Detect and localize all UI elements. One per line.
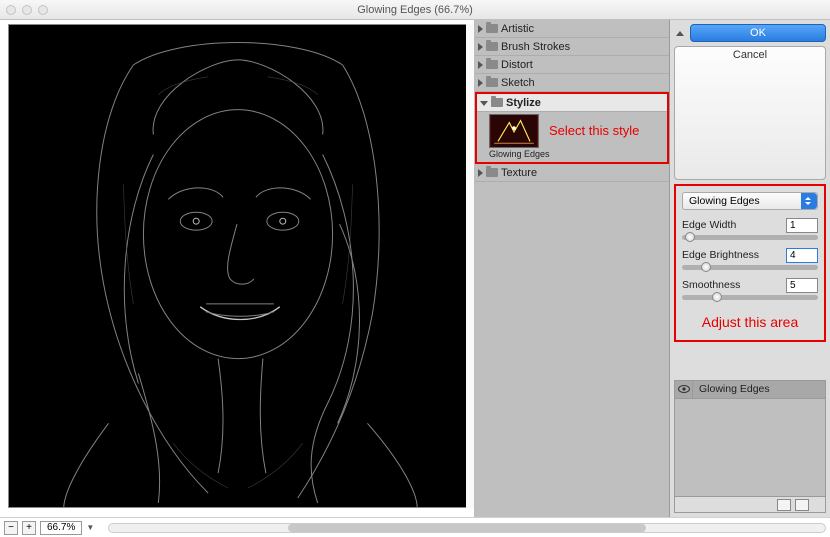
preview-canvas[interactable]: [8, 24, 467, 508]
folder-icon: [486, 168, 498, 177]
filter-category-list: Artistic Brush Strokes Distort Sketch St…: [475, 20, 670, 517]
collapse-icon[interactable]: [674, 27, 686, 39]
layers-empty-area: [675, 399, 825, 497]
folder-icon: [486, 24, 498, 33]
category-label: Stylize: [506, 97, 541, 109]
disclosure-right-icon: [478, 61, 483, 69]
annotation-select-style: Stylize Select this style Glowing Edges: [475, 92, 669, 164]
disclosure-right-icon: [478, 169, 483, 177]
disclosure-down-icon: [480, 101, 488, 106]
edge-brightness-input[interactable]: [786, 248, 818, 263]
preview-scrollbar-horizontal[interactable]: [108, 523, 826, 533]
disclosure-right-icon: [478, 43, 483, 51]
category-distort[interactable]: Distort: [475, 56, 669, 74]
window-controls: [6, 5, 48, 15]
category-label: Texture: [501, 167, 537, 179]
annotation-adjust-area: Glowing Edges Edge Width Edge Brightness: [674, 184, 826, 342]
layers-footer: [675, 496, 825, 512]
category-artistic[interactable]: Artistic: [475, 20, 669, 38]
preset-name: Glowing Edges: [689, 195, 760, 207]
edge-brightness-slider[interactable]: [682, 265, 818, 270]
window-title: Glowing Edges (66.7%): [0, 4, 830, 16]
effect-layers-panel: Glowing Edges: [674, 380, 826, 514]
minimize-icon[interactable]: [22, 5, 32, 15]
param-label: Edge Width: [682, 219, 736, 231]
folder-icon: [486, 78, 498, 87]
new-layer-button[interactable]: [777, 499, 791, 511]
param-edge-width: Edge Width: [682, 218, 818, 240]
ok-button[interactable]: OK: [690, 24, 826, 42]
preview-panel: [0, 20, 475, 517]
param-smoothness: Smoothness: [682, 278, 818, 300]
eye-icon: [678, 385, 690, 393]
edge-width-input[interactable]: [786, 218, 818, 233]
glowing-edges-portrait: [9, 25, 466, 507]
cancel-button[interactable]: Cancel: [674, 46, 826, 180]
category-sketch[interactable]: Sketch: [475, 74, 669, 92]
category-texture[interactable]: Texture: [475, 164, 669, 182]
dropdown-icon: [801, 193, 817, 209]
zoom-icon[interactable]: [38, 5, 48, 15]
folder-icon: [486, 42, 498, 51]
effect-layer-name: Glowing Edges: [693, 383, 770, 395]
smoothness-slider[interactable]: [682, 295, 818, 300]
visibility-toggle[interactable]: [675, 381, 693, 398]
category-label: Brush Strokes: [501, 41, 570, 53]
category-label: Sketch: [501, 77, 535, 89]
zoom-in-button[interactable]: +: [22, 521, 36, 535]
category-stylize[interactable]: Stylize: [477, 94, 667, 112]
settings-column: OK Cancel Glowing Edges Edge Width Edge …: [670, 20, 830, 517]
annotation-text: Adjust this area: [682, 314, 818, 330]
smoothness-input[interactable]: [786, 278, 818, 293]
preview-scrollbar-vertical[interactable]: [466, 24, 474, 508]
category-brush-strokes[interactable]: Brush Strokes: [475, 38, 669, 56]
style-thumb-glowing-edges[interactable]: [489, 114, 539, 148]
delete-layer-button[interactable]: [795, 499, 809, 511]
disclosure-right-icon: [478, 79, 483, 87]
annotation-text: Select this style: [549, 123, 639, 138]
param-label: Edge Brightness: [682, 249, 759, 261]
param-label: Smoothness: [682, 279, 740, 291]
category-label: Artistic: [501, 23, 534, 35]
edge-width-slider[interactable]: [682, 235, 818, 240]
zoom-out-button[interactable]: −: [4, 521, 18, 535]
disclosure-right-icon: [478, 25, 483, 33]
style-thumb-label: Glowing Edges: [489, 149, 667, 159]
close-icon[interactable]: [6, 5, 16, 15]
preset-dropdown[interactable]: Glowing Edges: [682, 192, 818, 210]
param-edge-brightness: Edge Brightness: [682, 248, 818, 270]
titlebar: Glowing Edges (66.7%): [0, 0, 830, 20]
status-bar: − + 66.7% ▼: [0, 517, 830, 537]
effect-layer-row[interactable]: Glowing Edges: [675, 381, 825, 399]
category-label: Distort: [501, 59, 533, 71]
folder-icon: [486, 60, 498, 69]
zoom-level[interactable]: 66.7%: [40, 521, 82, 535]
chevron-down-icon[interactable]: ▼: [86, 523, 94, 532]
folder-icon: [491, 98, 503, 107]
